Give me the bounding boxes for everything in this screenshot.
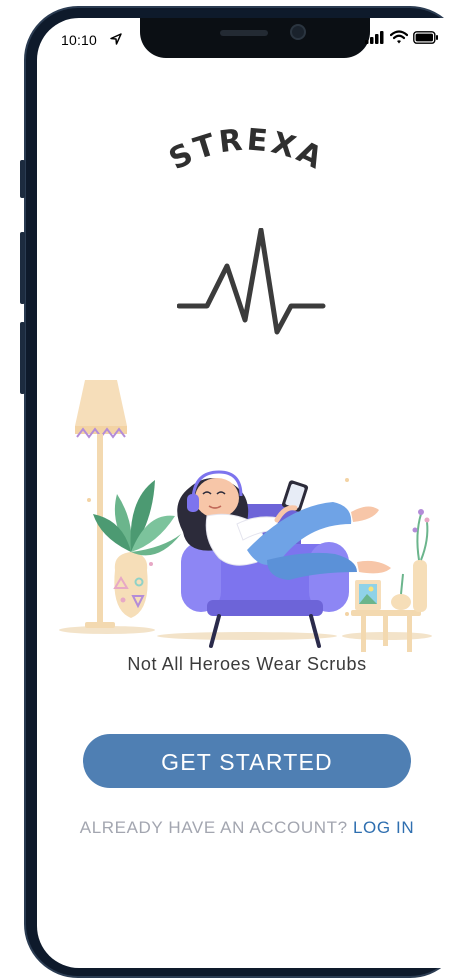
cellular-signal-icon: [365, 30, 384, 44]
location-arrow-icon: [110, 33, 122, 45]
battery-icon: [413, 30, 438, 44]
strexa-logo: STREXA: [164, 122, 330, 177]
volume-up-button: [20, 232, 25, 304]
login-prompt: ALREADY HAVE AN ACCOUNT? LOG IN: [37, 818, 457, 838]
status-icons: [365, 30, 439, 44]
speaker-grill: [220, 30, 268, 36]
wifi-icon: [390, 30, 408, 44]
get-started-button[interactable]: GET STARTED: [83, 734, 411, 788]
relaxing-illustration: [59, 380, 432, 652]
tagline: Not All Heroes Wear Scrubs: [127, 654, 367, 674]
notch: [140, 18, 370, 58]
volume-down-button: [20, 322, 25, 394]
mute-switch: [20, 160, 25, 198]
heartbeat-pulse-icon: [177, 228, 326, 335]
front-camera: [290, 24, 306, 40]
account-question: ALREADY HAVE AN ACCOUNT?: [79, 818, 348, 837]
status-time: 10:10: [61, 32, 98, 48]
svg-text:STREXA: STREXA: [164, 122, 330, 177]
logo-text: STREXA: [164, 122, 327, 177]
login-link[interactable]: LOG IN: [353, 818, 414, 837]
app-screen: 10:10 STREXA Not All Heroes Wear Scrubs …: [37, 18, 457, 968]
